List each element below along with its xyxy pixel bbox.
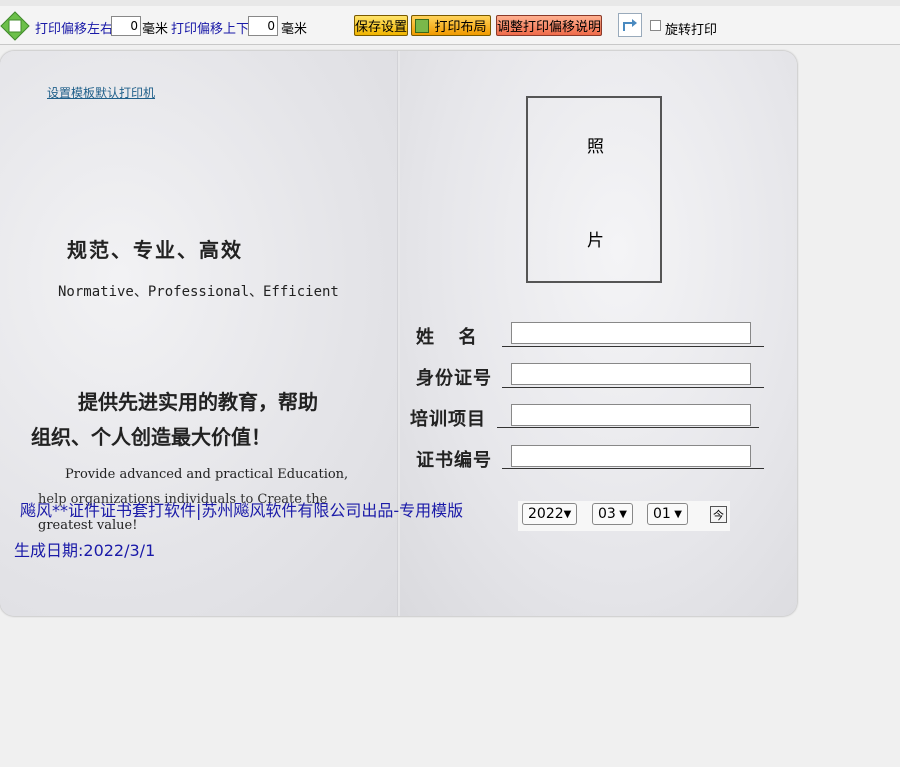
- training-input[interactable]: [511, 404, 751, 426]
- name-label: 姓 名: [416, 327, 481, 348]
- rotate-print-label: 旋转打印: [665, 23, 718, 38]
- offset-lr-label: 打印偏移左右: [35, 22, 114, 37]
- chevron-down-icon: ▼: [563, 508, 572, 520]
- print-layout-button[interactable]: 打印布局: [411, 15, 491, 36]
- slogan-english: Normative、Professional、Efficient: [58, 284, 339, 300]
- id-number-underline: [502, 387, 764, 388]
- certificate-right-page: 照 片 姓 名 身份证号 培训项目 证书编号: [400, 51, 797, 616]
- offset-lr-unit: 毫米: [142, 22, 169, 37]
- certificate-canvas: 设置模板默认打印机 规范、专业、高效 Normative、Professiona…: [0, 51, 797, 616]
- today-label: 今: [713, 508, 724, 522]
- chevron-down-icon: ▼: [619, 508, 627, 520]
- rotate-arrow-icon: [623, 19, 637, 31]
- save-settings-button[interactable]: 保存设置: [354, 15, 408, 36]
- print-layout-label: 打印布局: [434, 20, 487, 35]
- set-default-printer-link[interactable]: 设置模板默认打印机: [47, 84, 155, 101]
- month-value: 03: [598, 506, 616, 522]
- chevron-down-icon: ▼: [674, 508, 682, 520]
- name-underline: [502, 346, 764, 347]
- adjust-offset-help-button[interactable]: 调整打印偏移说明: [496, 15, 602, 36]
- year-select[interactable]: 2022 ▼: [522, 503, 577, 525]
- description-en-line1: Provide advanced and practical Education…: [65, 467, 349, 482]
- description-cn-line2: 组织、个人创造最大价值！: [31, 425, 271, 449]
- month-select[interactable]: 03 ▼: [592, 503, 633, 525]
- product-watermark-text: 飚风**证件证书套打软件|苏州飚风软件有限公司出品-专用模版: [20, 501, 464, 520]
- rotate-icon[interactable]: [618, 13, 642, 37]
- cert-number-input[interactable]: [511, 445, 751, 467]
- layout-icon: [415, 18, 430, 33]
- day-value: 01: [653, 506, 671, 522]
- rotate-print-checkbox[interactable]: [650, 20, 661, 31]
- today-button[interactable]: 今: [710, 506, 727, 523]
- training-underline: [497, 427, 759, 428]
- name-input[interactable]: [511, 322, 751, 344]
- cert-number-underline: [502, 468, 764, 469]
- slogan-chinese: 规范、专业、高效: [67, 238, 243, 262]
- adjust-offset-help-label: 调整打印偏移说明: [497, 20, 602, 35]
- id-number-label: 身份证号: [416, 368, 492, 389]
- offset-ud-input[interactable]: [248, 16, 278, 36]
- offset-lr-input[interactable]: [111, 16, 141, 36]
- certificate-left-page: 设置模板默认打印机 规范、专业、高效 Normative、Professiona…: [0, 51, 398, 616]
- direction-pad-icon[interactable]: [0, 11, 30, 41]
- training-label: 培训项目: [410, 409, 486, 430]
- description-cn-line1: 提供先进实用的教育，帮助: [78, 390, 318, 414]
- photo-label-char1: 照: [587, 137, 604, 157]
- generated-date-text: 生成日期:2022/3/1: [14, 541, 156, 560]
- day-select[interactable]: 01 ▼: [647, 503, 688, 525]
- offset-ud-unit: 毫米: [281, 22, 308, 37]
- photo-label-char2: 片: [587, 231, 604, 251]
- cert-number-label: 证书编号: [416, 450, 492, 471]
- save-settings-label: 保存设置: [355, 20, 408, 35]
- year-value: 2022: [528, 506, 564, 522]
- offset-ud-label: 打印偏移上下: [171, 22, 250, 37]
- id-number-input[interactable]: [511, 363, 751, 385]
- photo-placeholder: 照 片: [526, 96, 662, 283]
